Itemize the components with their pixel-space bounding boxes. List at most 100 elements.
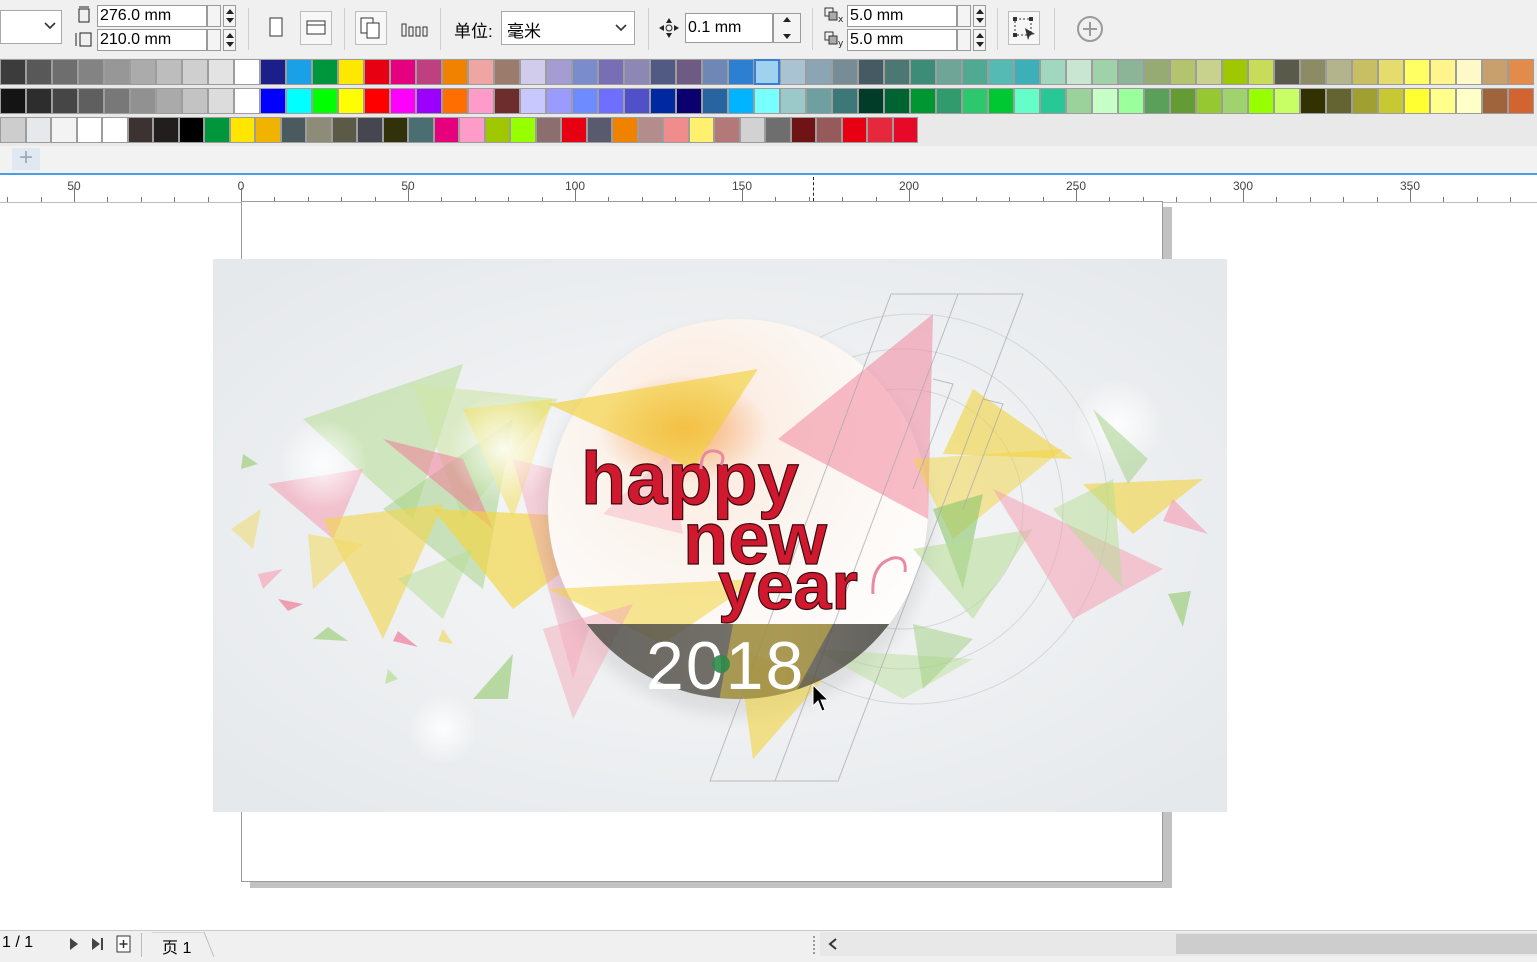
color-swatch[interactable] — [182, 88, 208, 114]
color-swatch[interactable] — [1196, 88, 1222, 114]
color-swatch[interactable] — [1456, 88, 1482, 114]
color-swatch[interactable] — [936, 88, 962, 114]
color-swatch[interactable] — [867, 117, 893, 143]
color-swatch[interactable] — [78, 88, 104, 114]
color-swatch[interactable] — [494, 88, 520, 114]
color-swatch[interactable] — [892, 117, 918, 143]
color-swatch[interactable] — [442, 59, 468, 85]
scroll-left-icon[interactable] — [826, 936, 840, 955]
color-swatch[interactable] — [765, 117, 791, 143]
nudge-distance-field[interactable]: 0.1 mm — [685, 13, 773, 43]
color-swatch[interactable] — [790, 117, 816, 143]
new-year-artwork[interactable]: happy new year 2018 — [213, 259, 1227, 812]
color-swatch[interactable] — [988, 59, 1014, 85]
color-swatch[interactable] — [0, 88, 26, 114]
color-swatch[interactable] — [1404, 88, 1430, 114]
color-swatch[interactable] — [841, 117, 867, 143]
color-swatch[interactable] — [1378, 88, 1404, 114]
page-height-field[interactable]: 210.0 mm — [97, 29, 207, 51]
next-page-icon[interactable] — [68, 936, 80, 955]
color-swatch[interactable] — [484, 117, 510, 143]
color-swatch[interactable] — [312, 88, 338, 114]
color-swatch[interactable] — [520, 88, 546, 114]
color-swatch[interactable] — [676, 88, 702, 114]
color-swatch[interactable] — [728, 88, 754, 114]
color-swatch[interactable] — [780, 88, 806, 114]
color-swatch[interactable] — [338, 59, 364, 85]
color-swatch[interactable] — [306, 117, 332, 143]
color-swatch[interactable] — [572, 88, 598, 114]
last-page-icon[interactable] — [90, 936, 106, 955]
color-swatch[interactable] — [76, 117, 102, 143]
page-tab[interactable]: 页 1 — [152, 932, 215, 958]
color-swatch[interactable] — [832, 88, 858, 114]
color-swatch[interactable] — [884, 59, 910, 85]
color-swatch[interactable] — [52, 59, 78, 85]
color-swatch[interactable] — [832, 59, 858, 85]
color-swatch[interactable] — [1014, 59, 1040, 85]
color-swatch[interactable] — [1222, 88, 1248, 114]
color-swatch[interactable] — [1352, 59, 1378, 85]
color-swatch[interactable] — [408, 117, 434, 143]
color-swatch[interactable] — [286, 59, 312, 85]
color-swatch[interactable] — [468, 59, 494, 85]
color-swatch[interactable] — [1118, 59, 1144, 85]
color-swatch[interactable] — [102, 117, 128, 143]
color-swatch[interactable] — [1352, 88, 1378, 114]
color-swatch[interactable] — [331, 117, 357, 143]
color-swatch[interactable] — [390, 59, 416, 85]
color-swatch[interactable] — [1014, 88, 1040, 114]
color-swatch[interactable] — [1274, 59, 1300, 85]
duplicate-x-dropdown[interactable] — [957, 5, 971, 27]
color-swatch[interactable] — [130, 88, 156, 114]
color-swatch[interactable] — [1040, 88, 1066, 114]
color-swatch[interactable] — [624, 59, 650, 85]
duplicate-y-spinner[interactable] — [973, 29, 986, 51]
color-swatch[interactable] — [156, 59, 182, 85]
color-swatch[interactable] — [1144, 59, 1170, 85]
color-swatch[interactable] — [433, 117, 459, 143]
color-swatch[interactable] — [78, 59, 104, 85]
color-swatch[interactable] — [739, 117, 765, 143]
color-swatch[interactable] — [1248, 88, 1274, 114]
color-swatch[interactable] — [1196, 59, 1222, 85]
color-swatch[interactable] — [702, 88, 728, 114]
color-swatch[interactable] — [1274, 88, 1300, 114]
color-swatch[interactable] — [255, 117, 281, 143]
color-swatch[interactable] — [1430, 88, 1456, 114]
color-swatch[interactable] — [130, 59, 156, 85]
color-swatch[interactable] — [494, 59, 520, 85]
color-swatch[interactable] — [25, 117, 51, 143]
color-swatch[interactable] — [208, 59, 234, 85]
color-swatch[interactable] — [546, 59, 572, 85]
color-swatch[interactable] — [156, 88, 182, 114]
page-width-spinner[interactable] — [223, 5, 236, 27]
color-swatch[interactable] — [1482, 88, 1508, 114]
color-swatch[interactable] — [520, 59, 546, 85]
color-swatch[interactable] — [0, 59, 26, 85]
add-icon[interactable] — [1076, 15, 1104, 46]
object-type-dropdown[interactable] — [0, 10, 62, 44]
color-swatch[interactable] — [598, 88, 624, 114]
page-height-dropdown[interactable] — [207, 29, 221, 51]
color-swatch[interactable] — [650, 88, 676, 114]
unit-dropdown[interactable]: 毫米 — [501, 11, 635, 45]
color-swatch[interactable] — [468, 88, 494, 114]
color-swatch[interactable] — [52, 88, 78, 114]
color-swatch[interactable] — [104, 88, 130, 114]
color-swatch[interactable] — [459, 117, 485, 143]
page-width-field[interactable]: 276.0 mm — [97, 5, 207, 27]
color-swatch[interactable] — [1144, 88, 1170, 114]
portrait-button[interactable] — [260, 11, 292, 45]
color-swatch[interactable] — [1040, 59, 1066, 85]
page-width-dropdown[interactable] — [207, 5, 221, 27]
color-swatch[interactable] — [364, 59, 390, 85]
color-swatch[interactable] — [910, 59, 936, 85]
color-swatch[interactable] — [1066, 59, 1092, 85]
color-swatch[interactable] — [260, 59, 286, 85]
color-swatch[interactable] — [1326, 59, 1352, 85]
color-swatch[interactable] — [1222, 59, 1248, 85]
color-swatch[interactable] — [260, 88, 286, 114]
color-swatch[interactable] — [1456, 59, 1482, 85]
color-swatch[interactable] — [442, 88, 468, 114]
